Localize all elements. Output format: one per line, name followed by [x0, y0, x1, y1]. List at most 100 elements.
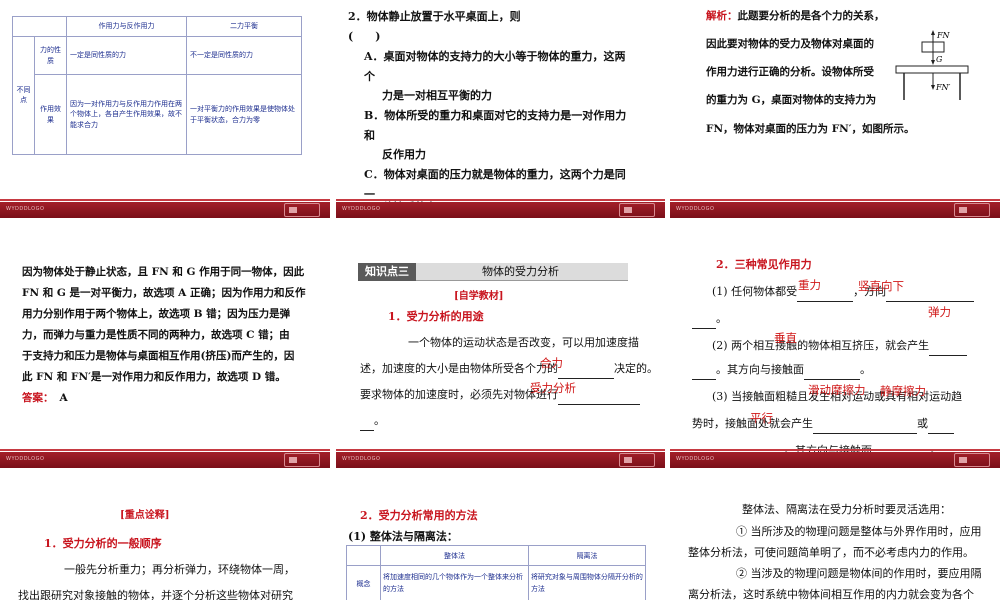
table-cell: 将研究对象与周围物体分隔开分析的方法: [527, 565, 647, 600]
explanation-line: 此 FN 和 FN′是一对作用力和反作用力，故选项 D 错。: [22, 371, 286, 383]
option-a-line2: 力是一对相互平衡的力: [382, 89, 492, 102]
method-table: 整体法 隔离法 概念 将加速度相同的几个物体作为一个整体来分析的方法 将研究对象…: [346, 545, 647, 600]
slide-5[interactable]: 知识点三 物体的受力分析 [自学教材] 1．受力分析的用途 一个物体的运动状态是…: [336, 234, 665, 468]
explanation-line: 于支持力和压力是物体与桌面相互作用(挤压)而产生的，因: [22, 350, 295, 362]
explanation-line: 力，而弹力与重力是性质不同的两种力，故选项 C 错；由: [22, 329, 290, 341]
footer-tag: WYDDDLOGO: [6, 206, 45, 212]
slide-grid: 作用力与反作用力 二力平衡 不同点 力的性质 一定是同性质的力 不一定是同性质的…: [0, 0, 1000, 600]
answer-blank[interactable]: [360, 419, 374, 431]
answer-blank[interactable]: [692, 317, 716, 329]
paragraph-line: 决定的。: [614, 362, 658, 375]
table-cell: 将加速度相同的几个物体作为一个整体来分析的方法: [380, 565, 529, 600]
analysis-line: 作用力进行正确的分析。设物体所受: [706, 66, 874, 78]
fn-prime-arrowhead: [931, 85, 935, 90]
footer-logo-icon: [619, 203, 655, 217]
table-row-label-nature: 力的性质: [34, 36, 67, 75]
paragraph-line: 找出跟研究对象接触的物体，并逐个分析这些物体对研究: [18, 589, 293, 600]
slide-1[interactable]: 作用力与反作用力 二力平衡 不同点 力的性质 一定是同性质的力 不一定是同性质的…: [0, 0, 330, 218]
answer-blank[interactable]: [692, 368, 716, 380]
option-b-line2: 反作用力: [382, 148, 426, 161]
answer-blank[interactable]: [558, 367, 614, 379]
analysis-line: 因此要对物体的受力及物体对桌面的: [706, 38, 874, 50]
analysis-label: 解析：: [706, 10, 738, 22]
table-corner: [346, 545, 381, 566]
table-top-shape: [895, 65, 969, 74]
answer-blank[interactable]: [929, 344, 968, 356]
paragraph-line: 一个物体的运动状态是否改变，可以用加速度描: [408, 336, 639, 349]
paragraph-line: 。: [374, 414, 385, 427]
answer-label: 答案：: [22, 392, 54, 404]
force-diagram: FN G FN′: [892, 28, 972, 104]
section-label: [重点诠释]: [120, 510, 170, 521]
slide-2[interactable]: D． 2．物体静止放置于水平桌面上，则 ( ) A．桌面对物体的支持力的大小等于…: [336, 0, 665, 218]
footer-logo-icon: [284, 453, 320, 467]
slide-footer: WYDDDLOGO: [670, 199, 1000, 218]
option-b-line1: B．物体所受的重力和桌面对它的支持力是一对作用力和: [364, 109, 627, 142]
overlay-answer: 滑动摩擦力: [808, 383, 866, 397]
table-header-action-reaction: 作用力与反作用力: [66, 16, 187, 37]
paragraph-line: ② 当涉及的物理问题是物体间的作用时，要应用隔: [736, 567, 982, 580]
overlay-answer: 受力分析: [530, 381, 576, 395]
slide-3[interactable]: 解析：此题要分析的是各个力的关系， 因此要对物体的受力及物体对桌面的 作用力进行…: [670, 0, 1000, 218]
fig-label-fn-prime: FN′: [935, 83, 951, 92]
option-a-line1: A．桌面对物体的支持力的大小等于物体的重力，这两个: [364, 50, 626, 83]
paragraph-line: 离分析法，这时系统中物体间相互作用的内力就会变为各个: [688, 588, 974, 600]
slide-7[interactable]: [重点诠释] 1．受力分析的一般顺序 一般先分析重力；再分析弹力，环绕物体一周，…: [0, 484, 330, 600]
fig-label-fn: FN: [936, 31, 951, 40]
explanation-line: 用力分别作用于两个物体上，故选项 B 错；因为压力是弹: [22, 308, 291, 320]
knowledge-point-title: 物体的受力分析: [482, 265, 559, 278]
paragraph-line: (1) 任何物体都受: [712, 285, 798, 298]
table-header-whole: 整体法: [380, 545, 529, 566]
overlay-answer: 重力: [798, 278, 821, 292]
overlay-answer: 弹力: [928, 305, 951, 319]
section-heading: 1．受力分析的用途: [388, 310, 484, 323]
paragraph-line: 或: [917, 417, 928, 430]
answer-value: A: [59, 392, 68, 404]
slide-4[interactable]: 因为物体处于静止状态，且 FN 和 G 作用于同一物体，因此 FN 和 G 是一…: [0, 234, 330, 468]
previous-option: D．: [396, 0, 416, 6]
footer-tag: WYDDDLOGO: [342, 206, 381, 212]
footer-logo-icon: [284, 203, 320, 217]
overlay-answer: 静摩擦力: [880, 384, 926, 398]
overlay-answer: 垂直: [774, 331, 797, 345]
slide-footer: WYDDDLOGO: [670, 449, 1000, 468]
force-diagram-svg: FN G FN′: [895, 30, 969, 100]
answer-blank[interactable]: [813, 422, 917, 434]
footer-logo-icon: [954, 203, 990, 217]
slide-footer: WYDDDLOGO: [0, 449, 330, 468]
slide-footer: WYDDDLOGO: [0, 199, 330, 218]
overlay-answer: 竖直向下: [858, 279, 904, 293]
footer-tag: WYDDDLOGO: [342, 456, 381, 462]
paragraph-line: 整体分析法，可使问题简单明了，而不必考虑内力的作用。: [688, 546, 974, 559]
table-cell: 不一定是同性质的力: [186, 36, 302, 75]
slide-9[interactable]: 整体法、隔离法在受力分析时要灵活选用： ① 当所涉及的物理问题是整体与外界作用时…: [670, 484, 1000, 600]
paragraph-line: (2) 两个相互接触的物体相互挤压，就会产生: [712, 339, 930, 352]
slide-8[interactable]: 2．受力分析常用的方法 (1) 整体法与隔离法： 整体法 隔离法 概念 将加速度…: [336, 484, 665, 600]
footer-logo-icon: [954, 453, 990, 467]
table-corner: [12, 16, 67, 37]
footer-tag: WYDDDLOGO: [676, 456, 715, 462]
paragraph-line: 整体法、隔离法在受力分析时要灵活选用：: [742, 503, 951, 516]
answer-blank[interactable]: [928, 422, 954, 434]
paragraph-line: 一般先分析重力；再分析弹力，环绕物体一周，: [64, 563, 295, 576]
footer-tag: WYDDDLOGO: [6, 456, 45, 462]
section-heading: 2．三种常见作用力: [716, 258, 812, 271]
explanation-block: 因为物体处于静止状态，且 FN 和 G 作用于同一物体，因此 FN 和 G 是一…: [22, 262, 322, 409]
table-row-label-effect: 作用效果: [34, 74, 67, 155]
sub-heading: (1) 整体法与隔离法：: [348, 530, 458, 543]
table-group-label: 不同点: [12, 36, 35, 155]
fig-label-g: G: [936, 55, 943, 64]
section-heading: 2．受力分析常用的方法: [360, 509, 478, 522]
paragraph-line: 。其方向与接触面: [716, 363, 804, 376]
analysis-line: 此题要分析的是各个力的关系，: [737, 10, 885, 22]
answer-blank[interactable]: [804, 368, 860, 380]
slide-6[interactable]: 2．三种常见作用力 (1) 任何物体都受 ，方向 。 (2) 两个相互接触的物体相…: [670, 234, 1000, 468]
knowledge-point-badge: 知识点三: [358, 263, 416, 281]
comparison-table: 作用力与反作用力 二力平衡 不同点 力的性质 一定是同性质的力 不一定是同性质的…: [12, 16, 302, 155]
table-cell: 一定是同性质的力: [66, 36, 187, 75]
section-label: [自学教材]: [454, 291, 504, 302]
table-row-label: 概念: [346, 565, 381, 600]
paragraph-line: ① 当所涉及的物理问题是整体与外界作用时，应用: [736, 525, 982, 538]
question-text: 2．物体静止放置于水平桌面上，则: [348, 10, 521, 23]
table-cell: 一对平衡力的作用效果是使物体处于平衡状态，合力为零: [186, 74, 302, 155]
